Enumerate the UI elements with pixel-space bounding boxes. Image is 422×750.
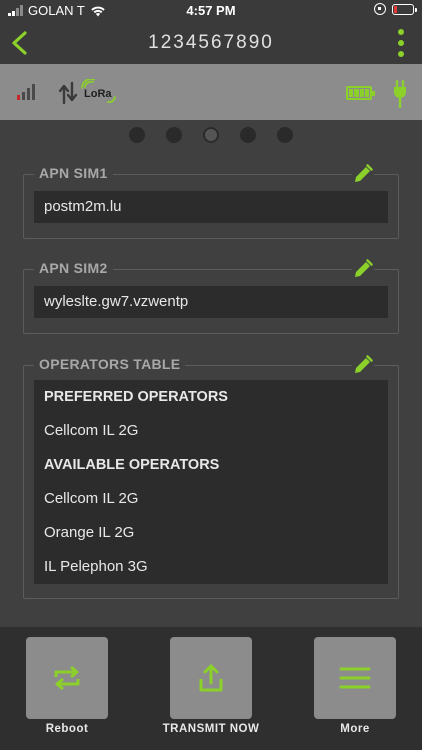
list-item[interactable]: Orange IL 2G: [34, 516, 388, 550]
device-info-bar: LoRa: [0, 64, 422, 120]
operators-table-card: OPERATORS TABLE PREFERRED OPERATORS Cell…: [23, 354, 399, 599]
edit-pencil-icon[interactable]: [352, 258, 374, 280]
transmit-now-button[interactable]: [170, 637, 252, 719]
status-bar: GOLAN T 4:57 PM: [0, 0, 422, 22]
battery-icon: [346, 86, 375, 100]
available-operators-header: AVAILABLE OPERATORS: [44, 457, 220, 473]
signal-strength-icon: [17, 84, 35, 100]
lora-label: LoRa: [84, 88, 112, 100]
apn-sim1-title: APN SIM1: [34, 165, 113, 181]
apn-sim1-field[interactable]: postm2m.lu: [34, 191, 388, 223]
edit-pencil-icon[interactable]: [352, 354, 374, 376]
list-item[interactable]: Cellcom IL 2G: [34, 482, 388, 516]
page-dot[interactable]: [277, 127, 293, 143]
orientation-lock-icon: [374, 3, 386, 15]
lora-icon: LoRa: [81, 79, 119, 107]
apn-sim2-card: APN SIM2 wyleslte.gw7.vzwentp: [23, 258, 399, 334]
kebab-menu-icon[interactable]: [396, 29, 406, 57]
operators-list: PREFERRED OPERATORS Cellcom IL 2G AVAILA…: [34, 380, 388, 584]
more-button[interactable]: [314, 637, 396, 719]
page-dot[interactable]: [240, 127, 256, 143]
apn-sim2-title: APN SIM2: [34, 260, 113, 276]
apn-sim2-field[interactable]: wyleslte.gw7.vzwentp: [34, 286, 388, 318]
bottom-toolbar: Reboot TRANSMIT NOW More: [0, 627, 422, 750]
share-upload-icon: [199, 664, 223, 692]
page-indicator: [0, 127, 422, 143]
apn-sim1-card: APN SIM1 postm2m.lu: [23, 163, 399, 239]
phone-battery-icon: [392, 3, 417, 15]
list-item[interactable]: IL Pelephon 3G: [34, 550, 388, 584]
operators-table-title: OPERATORS TABLE: [34, 356, 186, 372]
status-right: [374, 3, 417, 15]
navigation-bar: 1234567890: [0, 22, 422, 64]
reboot-button[interactable]: [26, 637, 108, 719]
reboot-cycle-icon: [54, 665, 80, 691]
preferred-operators-header: PREFERRED OPERATORS: [44, 389, 228, 405]
status-time: 4:57 PM: [186, 3, 236, 18]
plug-icon: [394, 80, 406, 108]
page-title: 1234567890: [148, 32, 274, 53]
page-dot[interactable]: [166, 127, 182, 143]
reboot-label: Reboot: [45, 723, 89, 735]
app-screen: GOLAN T 4:57 PM 1234567890 LoRa APN SIM1…: [0, 0, 422, 750]
hamburger-menu-icon: [339, 667, 371, 689]
more-label: More: [340, 723, 370, 735]
transmit-now-label: TRANSMIT NOW: [162, 723, 260, 735]
page-dot-active[interactable]: [203, 127, 219, 143]
list-item[interactable]: Cellcom IL 2G: [34, 414, 388, 448]
edit-pencil-icon[interactable]: [352, 163, 374, 185]
transfer-arrows-icon: [58, 81, 78, 105]
page-dot[interactable]: [129, 127, 145, 143]
